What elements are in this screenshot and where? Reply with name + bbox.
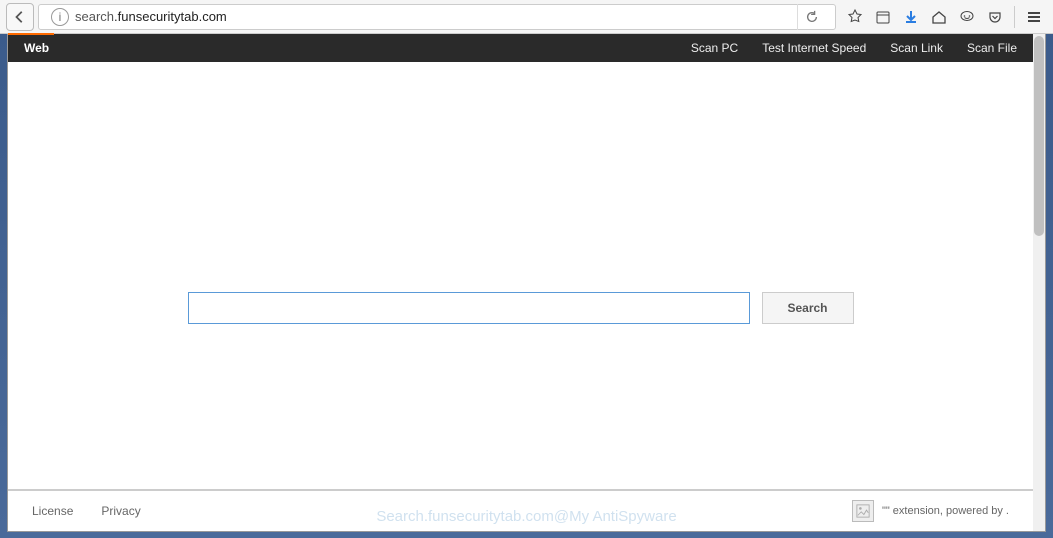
menu-icon[interactable] [1021, 4, 1047, 30]
divider [1014, 6, 1015, 28]
site-topbar: Web Scan PC Test Internet Speed Scan Lin… [8, 34, 1033, 62]
broken-image-icon [852, 500, 874, 522]
footer-links: License Privacy [32, 504, 141, 518]
url-prefix: search [75, 9, 114, 24]
topbar-link-scan-pc[interactable]: Scan PC [691, 41, 738, 55]
topbar-link-scan-file[interactable]: Scan File [967, 41, 1017, 55]
info-icon[interactable]: i [51, 8, 69, 26]
reload-icon [805, 10, 819, 24]
back-button[interactable] [6, 3, 34, 31]
topbar-tab-web[interactable]: Web [24, 41, 49, 55]
search-area: Search [8, 292, 1033, 324]
browser-toolbar [842, 4, 1047, 30]
browser-chrome: i search.funsecuritytab.com [0, 0, 1053, 34]
downloads-icon[interactable] [898, 4, 924, 30]
pocket-icon[interactable] [982, 4, 1008, 30]
page-viewport: Web Scan PC Test Internet Speed Scan Lin… [7, 34, 1046, 532]
accent-bar [8, 33, 54, 35]
footer-link-privacy[interactable]: Privacy [101, 504, 140, 518]
address-bar[interactable]: i search.funsecuritytab.com [38, 4, 836, 30]
home-icon[interactable] [926, 4, 952, 30]
scrollbar-track[interactable] [1033, 34, 1045, 531]
footer-link-license[interactable]: License [32, 504, 73, 518]
library-icon[interactable] [870, 4, 896, 30]
search-button[interactable]: Search [762, 292, 854, 324]
bookmark-star-icon[interactable] [842, 4, 868, 30]
scrollbar-thumb[interactable] [1034, 36, 1044, 236]
reload-button[interactable] [797, 4, 825, 30]
footer-right: "" extension, powered by . [852, 500, 1009, 522]
footer-attribution: "" extension, powered by . [882, 505, 1009, 517]
search-input[interactable] [188, 292, 750, 324]
topbar-link-test-speed[interactable]: Test Internet Speed [762, 41, 866, 55]
arrow-left-icon [13, 10, 27, 24]
url-domain: .funsecuritytab.com [114, 9, 227, 24]
topbar-links: Scan PC Test Internet Speed Scan Link Sc… [691, 41, 1017, 55]
chat-icon[interactable] [954, 4, 980, 30]
footer: License Privacy "" extension, powered by… [8, 489, 1033, 531]
topbar-link-scan-link[interactable]: Scan Link [890, 41, 943, 55]
